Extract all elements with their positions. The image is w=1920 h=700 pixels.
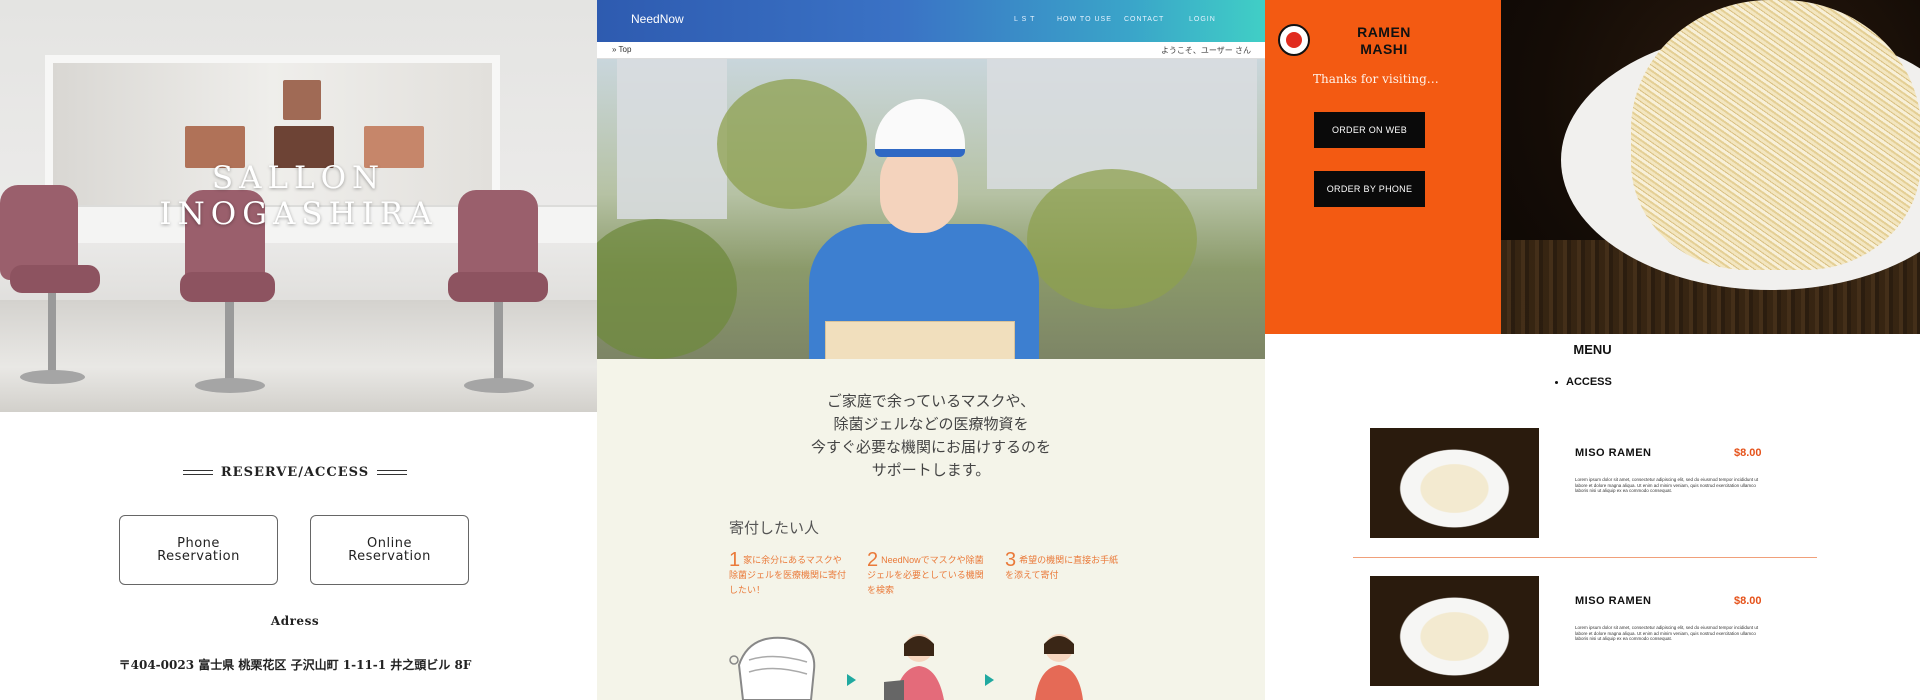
section-title: RESERVE/ACCESS	[220, 465, 370, 480]
dish-description: Lorem ipsum dolor sit amet, consectetur …	[1575, 625, 1759, 641]
menu-divider	[1353, 557, 1817, 558]
address-text: 〒404-0023 富士県 桃栗花区 子沢山町 1-11-1 井之頭ビル 8F	[118, 658, 472, 672]
site-logo[interactable]: NeedNow	[631, 12, 684, 26]
dish-price: $8.00	[1734, 595, 1762, 607]
arrow-icon	[847, 674, 856, 686]
heading-rule	[182, 470, 213, 475]
heading-rule	[377, 470, 408, 475]
restaurant-name: RAMEN MASHI	[1357, 24, 1411, 57]
person-illustration	[1035, 634, 1083, 700]
online-reservation-button[interactable]: Online Reservation	[310, 515, 469, 585]
site-header: NeedNow L S T HOW TO USE CONTACT LOGIN	[597, 0, 1265, 42]
dish-image	[1370, 428, 1539, 538]
hero-image	[597, 59, 1265, 359]
salon-page: SALLON INOGASHIRA RESERVE/ACCESS Phone R…	[0, 0, 597, 700]
step-2: 2 NeedNowでマスクや除菌ジェルを必要としている機関を検索	[867, 549, 984, 595]
thanks-text: Thanks for visiting…	[1313, 72, 1439, 86]
salon-floor	[0, 300, 597, 412]
wall-photo	[283, 80, 321, 120]
salon-hero-image: SALLON INOGASHIRA	[0, 0, 597, 412]
cap	[875, 99, 965, 157]
nav-contact[interactable]: CONTACT	[1124, 16, 1164, 23]
brand-panel: RAMEN MASHI Thanks for visiting… ORDER O…	[1265, 0, 1501, 334]
package-box	[825, 321, 1015, 359]
ramen-hero-image	[1501, 0, 1920, 334]
dish-name: MISO RAMEN	[1575, 447, 1652, 459]
person-laptop-illustration	[884, 634, 944, 700]
section-heading: RESERVE/ACCESS	[0, 465, 590, 480]
ramen-page: RAMEN MASHI Thanks for visiting… ORDER O…	[1265, 0, 1920, 700]
order-web-button[interactable]: ORDER ON WEB	[1314, 112, 1425, 148]
dish-image	[1370, 576, 1539, 686]
dish-price: $8.00	[1734, 447, 1762, 459]
breadcrumb[interactable]: » Top	[612, 45, 631, 54]
order-phone-button[interactable]: ORDER BY PHONE	[1314, 171, 1425, 207]
intro-text: ご家庭で余っているマスクや、 除菌ジェルなどの医療物資を 今すぐ必要な機関にお届…	[810, 393, 1051, 479]
dish-name: MISO RAMEN	[1575, 595, 1652, 607]
donate-heading: 寄付したい人	[729, 520, 820, 537]
nav-login[interactable]: LOGIN	[1189, 16, 1216, 23]
mask-illustration	[729, 636, 816, 700]
nav-list[interactable]: L S T	[1014, 16, 1035, 23]
ramen-logo-icon[interactable]	[1278, 24, 1310, 56]
step-1: 1 家に余分にあるマスクや除菌ジェルを医療機関に寄付したい！	[729, 549, 847, 595]
neednow-page: NeedNow L S T HOW TO USE CONTACT LOGIN »…	[597, 0, 1265, 700]
user-greeting: ようこそ、ユーザー さん	[1160, 46, 1251, 55]
phone-reservation-button[interactable]: Phone Reservation	[119, 515, 278, 585]
salon-title: SALLON INOGASHIRA	[0, 160, 597, 232]
menu-link[interactable]: MENU	[1265, 342, 1920, 357]
salon-title-line1: SALLON	[211, 160, 386, 196]
step-3: 3 希望の機関に直接お手紙を添えて寄付	[1005, 549, 1119, 580]
address-heading: Adress	[270, 614, 320, 628]
access-link[interactable]: ACCESS	[1555, 376, 1612, 388]
sub-bar: » Top ようこそ、ユーザー さん	[597, 42, 1265, 59]
arrow-icon	[985, 674, 994, 686]
salon-title-line2: INOGASHIRA	[159, 196, 438, 232]
dish-description: Lorem ipsum dolor sit amet, consectetur …	[1575, 477, 1759, 493]
nav-how-to-use[interactable]: HOW TO USE	[1057, 16, 1112, 23]
bean-sprouts	[1631, 0, 1920, 270]
